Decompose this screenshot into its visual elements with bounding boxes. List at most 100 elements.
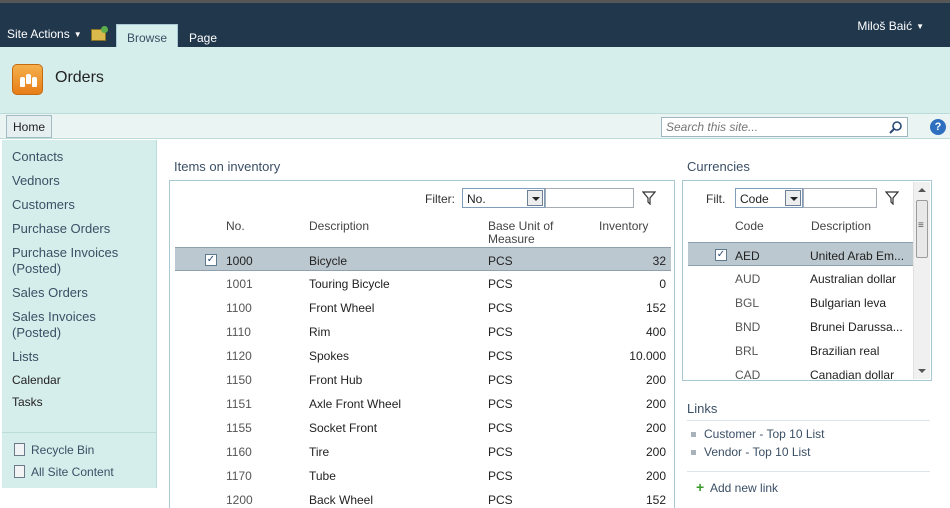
cell-no: 1120	[226, 349, 252, 363]
cell-uom: PCS	[488, 469, 513, 483]
nav-customers[interactable]: Customers	[12, 197, 75, 213]
table-row[interactable]: BRL Brazilian real	[688, 338, 913, 362]
ribbon-bar: Site Actions ▼ Browse Page Miloš Baić ▼	[0, 0, 950, 50]
add-icon: +	[696, 479, 705, 495]
cell-inventory: 200	[645, 469, 666, 483]
link-vendor-top10[interactable]: Vendor - Top 10 List	[704, 445, 811, 459]
filter-field-value: Code	[740, 192, 769, 206]
cell-description: Canadian dollar	[810, 368, 895, 382]
col-description[interactable]: Description	[811, 220, 871, 233]
scroll-down-icon[interactable]	[918, 369, 926, 373]
table-row[interactable]: BND Brunei Darussa...	[688, 314, 913, 338]
cell-no: 1200	[226, 493, 253, 507]
cell-inventory: 200	[645, 397, 666, 411]
table-row[interactable]: 1170 Tube PCS 200	[175, 463, 671, 487]
row-checkbox[interactable]: ✓	[715, 249, 727, 261]
nav-lists[interactable]: Lists	[12, 349, 39, 365]
search-input[interactable]	[662, 118, 882, 136]
filter-value-input[interactable]	[545, 188, 634, 208]
cell-no: 1150	[226, 373, 252, 387]
user-menu[interactable]: Miloš Baić ▼	[857, 19, 924, 33]
nav-sales-orders[interactable]: Sales Orders	[12, 285, 88, 301]
table-row[interactable]: 1150 Front Hub PCS 200	[175, 367, 671, 391]
quick-launch: Contacts Vednors Customers Purchase Orde…	[2, 140, 157, 488]
currency-filter-field-select[interactable]: Code	[735, 188, 803, 208]
link-customer-top10[interactable]: Customer - Top 10 List	[704, 427, 825, 441]
site-actions-menu[interactable]: Site Actions ▼	[7, 27, 82, 41]
table-row[interactable]: 1120 Spokes PCS 10.000	[175, 343, 671, 367]
nav-purchase-invoices-posted[interactable]: Purchase Invoices (Posted)	[12, 245, 147, 277]
site-actions-label: Site Actions	[7, 27, 70, 41]
divider	[687, 471, 930, 472]
cell-description: Brazilian real	[810, 344, 880, 358]
scroll-thumb[interactable]	[916, 200, 928, 258]
chevron-down-icon[interactable]	[527, 190, 543, 206]
table-row[interactable]: 1155 Socket Front PCS 200	[175, 415, 671, 439]
cell-code: CAD	[735, 368, 761, 382]
table-row[interactable]: ✓ 1000 Bicycle PCS 32	[175, 247, 671, 271]
all-site-content-link[interactable]: All Site Content	[14, 465, 114, 479]
currency-filter-value-input[interactable]	[803, 188, 877, 208]
chevron-down-icon: ▼	[73, 30, 82, 39]
col-inventory[interactable]: Inventory	[599, 220, 648, 233]
cell-inventory: 152	[645, 493, 666, 507]
cell-no: 1160	[226, 445, 252, 459]
divider	[2, 432, 157, 433]
search-icon[interactable]	[889, 120, 903, 134]
inventory-grid: Filter: No. No. Description Base Unit of…	[169, 180, 675, 508]
filter-field-value: No.	[467, 192, 486, 206]
filter-icon[interactable]	[642, 191, 656, 205]
table-row[interactable]: 1100 Front Wheel PCS 152	[175, 295, 671, 319]
cell-uom: PCS	[488, 397, 513, 411]
navigate-up-icon[interactable]	[91, 26, 108, 41]
col-code[interactable]: Code	[735, 220, 764, 233]
cell-no: 1151	[226, 397, 252, 411]
filter-label: Filter:	[425, 192, 455, 206]
table-row[interactable]: 1160 Tire PCS 200	[175, 439, 671, 463]
table-row[interactable]: 1200 Back Wheel PCS 152	[175, 487, 671, 508]
recycle-bin-link[interactable]: Recycle Bin	[14, 443, 94, 457]
chevron-down-icon[interactable]	[785, 190, 801, 206]
col-base-unit[interactable]: Base Unit of Measure	[488, 220, 568, 246]
links-title: Links	[687, 401, 718, 416]
cell-description: Touring Bicycle	[309, 277, 390, 291]
row-checkbox[interactable]: ✓	[205, 254, 217, 266]
page-title: Orders	[55, 69, 104, 86]
vertical-scrollbar[interactable]	[913, 182, 930, 379]
cell-code: AED	[735, 249, 760, 263]
filter-icon[interactable]	[885, 191, 899, 205]
table-row[interactable]: ✓ AED United Arab Em...	[688, 242, 913, 266]
cell-description: Brunei Darussa...	[810, 320, 903, 334]
scroll-up-icon[interactable]	[918, 188, 926, 192]
table-row[interactable]: 1110 Rim PCS 400	[175, 319, 671, 343]
table-row[interactable]: 1151 Axle Front Wheel PCS 200	[175, 391, 671, 415]
cell-description: Front Wheel	[309, 301, 375, 315]
user-name: Miloš Baić	[857, 19, 913, 33]
table-row[interactable]: BGL Bulgarian leva	[688, 290, 913, 314]
nav-home[interactable]: Home	[6, 115, 53, 138]
table-row[interactable]: 1001 Touring Bicycle PCS 0	[175, 271, 671, 295]
table-row[interactable]: AUD Australian dollar	[688, 266, 913, 290]
cell-uom: PCS	[488, 493, 513, 507]
chevron-down-icon: ▼	[916, 22, 924, 31]
nav-sales-invoices-posted[interactable]: Sales Invoices (Posted)	[12, 309, 122, 341]
top-nav: Home ?	[0, 113, 950, 139]
site-logo[interactable]	[12, 64, 43, 95]
nav-tasks[interactable]: Tasks	[12, 394, 43, 410]
cell-description: Bicycle	[309, 254, 348, 268]
filter-field-select[interactable]: No.	[462, 188, 545, 208]
col-no[interactable]: No.	[226, 220, 245, 233]
table-row[interactable]: CAD Canadian dollar	[688, 362, 913, 386]
help-icon[interactable]: ?	[930, 119, 946, 135]
cell-description: Socket Front	[309, 421, 378, 435]
cell-uom: PCS	[488, 349, 513, 363]
cell-code: BRL	[735, 344, 759, 358]
divider	[687, 420, 930, 421]
nav-calendar[interactable]: Calendar	[12, 372, 61, 388]
col-description[interactable]: Description	[309, 220, 369, 233]
nav-contacts[interactable]: Contacts	[12, 149, 63, 165]
nav-purchase-orders[interactable]: Purchase Orders	[12, 221, 110, 237]
add-new-link[interactable]: Add new link	[710, 481, 778, 495]
nav-vednors[interactable]: Vednors	[12, 173, 60, 189]
cell-description: Front Hub	[309, 373, 363, 387]
